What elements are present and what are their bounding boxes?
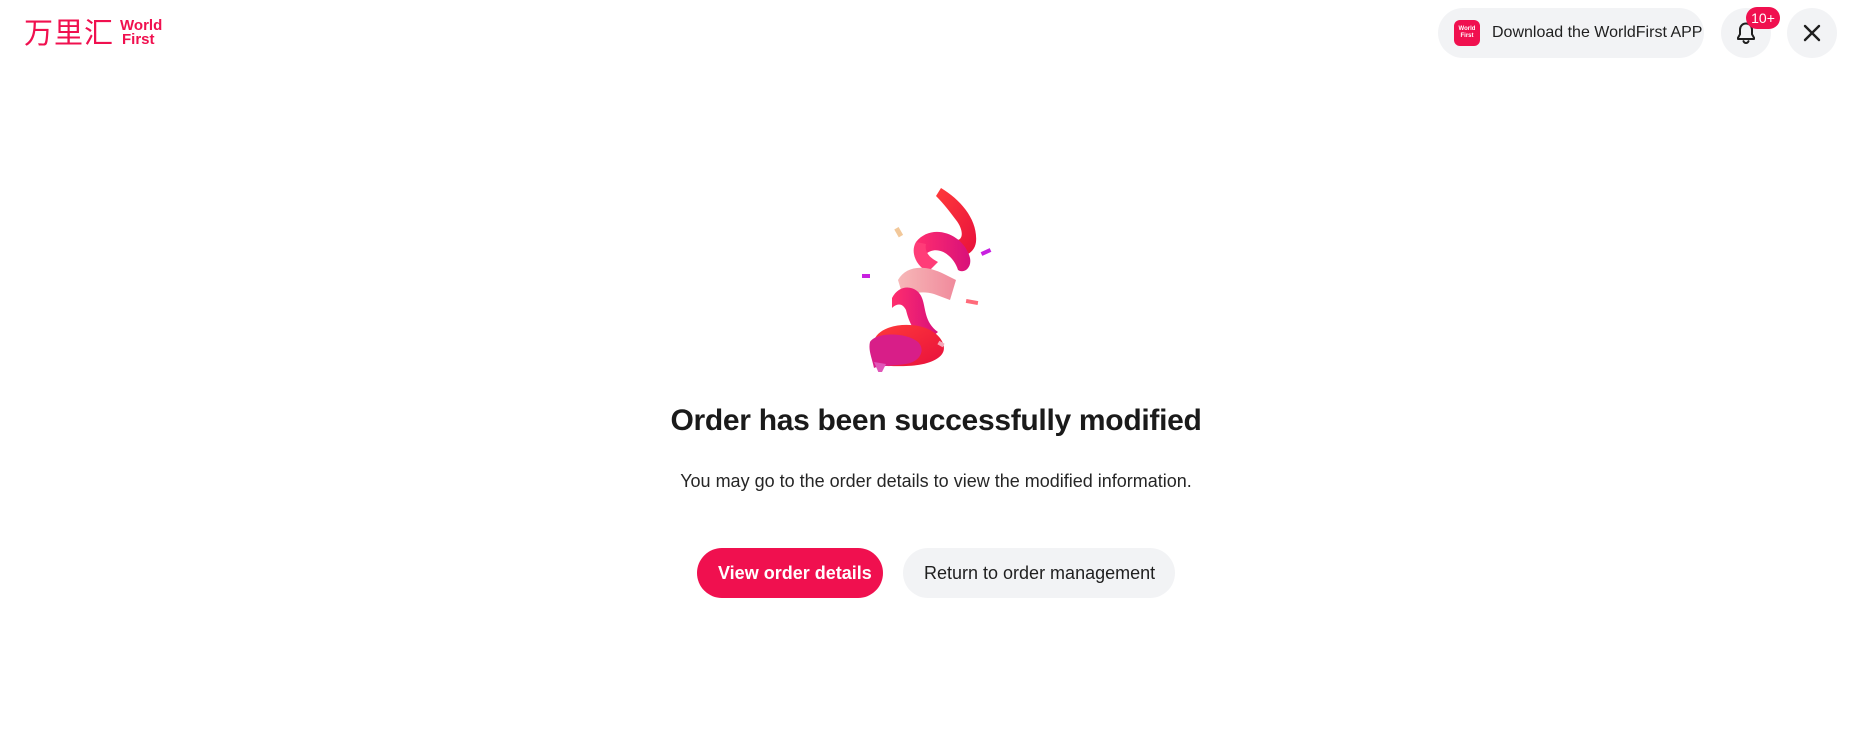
app-icon-line1: World [1458, 26, 1476, 32]
notification-count-badge: 10+ [1746, 7, 1780, 29]
action-buttons: View order details Return to order manag… [697, 548, 1175, 598]
worldfirst-logo[interactable]: 万里汇 World First [24, 16, 162, 50]
close-button[interactable] [1787, 8, 1837, 58]
page-title: Order has been successfully modified [670, 404, 1202, 437]
logo-english-text: World First [120, 18, 162, 48]
download-app-button[interactable]: World First Download the WorldFirst APP [1438, 8, 1704, 58]
ribbon-confetti-icon [862, 188, 992, 372]
top-bar: 万里汇 World First World First Download the… [0, 0, 1856, 66]
worldfirst-app-icon: World First [1454, 20, 1480, 46]
page-subtitle: You may go to the order details to view … [680, 471, 1192, 491]
return-to-order-management-button[interactable]: Return to order management [903, 548, 1175, 598]
download-app-label: Download the WorldFirst APP [1492, 24, 1703, 41]
app-icon-line2: First [1460, 33, 1474, 39]
view-order-details-button[interactable]: View order details [697, 548, 883, 598]
logo-en-line2: First [122, 31, 155, 48]
success-page: 万里汇 World First World First Download the… [0, 0, 1856, 755]
logo-chinese-text: 万里汇 [24, 16, 115, 50]
close-icon [1803, 24, 1821, 42]
